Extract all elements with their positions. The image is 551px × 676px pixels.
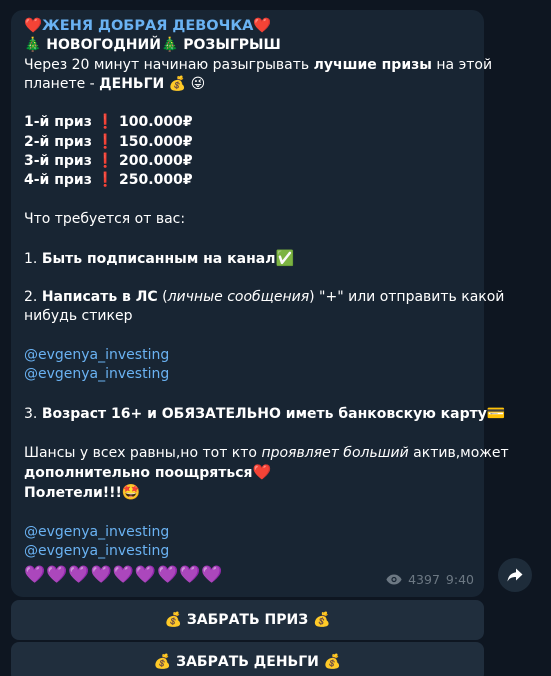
- requirement-1: 1. Быть подписанным на канал✅: [24, 249, 474, 269]
- req3-number: 3.: [24, 405, 42, 422]
- chances-text-end: актив,может: [408, 444, 509, 461]
- req2-number: 2.: [24, 289, 42, 306]
- req2-bold: Написать в ЛС: [41, 289, 158, 306]
- intro-line-2: планете - ДЕНЬГИ 💰 😜: [24, 75, 474, 94]
- fly-text: Полетели!!!: [24, 485, 122, 502]
- req2-open: (: [157, 289, 168, 306]
- channel-link[interactable]: @evgenya_investing: [24, 365, 474, 384]
- star-struck-icon: 🤩: [121, 483, 141, 502]
- requirement-2-cont: нибудь стикер: [24, 308, 133, 325]
- message-meta: 4397 9:40: [386, 570, 474, 589]
- message-subtitle: 🎄 НОВОГОДНИЙ🎄 РОЗЫГРЫШ: [24, 37, 281, 54]
- req1-text: Быть подписанным на канал: [41, 250, 276, 267]
- message-bubble: ❤️ЖЕНЯ ДОБРАЯ ДЕВОЧКА❤️ 🎄 НОВОГОДНИЙ🎄 РО…: [11, 10, 509, 597]
- share-arrow-icon: [507, 568, 523, 582]
- chances-line-1: Шансы у всех равны,но тот кто проявляет …: [24, 444, 509, 463]
- message-time: 9:40: [445, 571, 474, 587]
- fly-line: Полетели!!!🤩: [24, 483, 474, 503]
- requirements-heading: Что требуется от вас:: [24, 210, 186, 227]
- chances-italic: проявляет больший: [261, 444, 409, 461]
- eye-icon: [386, 574, 402, 585]
- chances-text: Шансы у всех равны,но тот кто: [24, 444, 262, 461]
- prize-line: 1-й приз ❗ 100.000₽: [24, 114, 193, 131]
- check-icon: ✅: [275, 248, 295, 267]
- heart-icon: ❤️: [252, 462, 272, 481]
- share-button[interactable]: [498, 558, 532, 592]
- intro-text: Через 20 минут начинаю разыгрывать: [24, 56, 314, 73]
- chat-view: ❤️ЖЕНЯ ДОБРАЯ ДЕВОЧКА❤️ 🎄 НОВОГОДНИЙ🎄 РО…: [0, 0, 551, 676]
- req1-number: 1.: [24, 250, 42, 267]
- view-count: 4397: [408, 571, 440, 587]
- intro-line-1: Через 20 минут начинаю разыгрывать лучши…: [24, 56, 492, 75]
- chances-line-2: дополнительно поощряться❤️: [24, 463, 474, 483]
- credit-card-icon: 💳: [486, 403, 506, 422]
- claim-prize-button[interactable]: 💰 ЗАБРАТЬ ПРИЗ 💰: [11, 600, 484, 640]
- channel-link[interactable]: @evgenya_investing: [24, 346, 474, 365]
- purple-hearts: 💜💜💜💜💜💜💜💜💜: [24, 565, 224, 585]
- intro-money: ДЕНЬГИ: [99, 75, 165, 92]
- chances-bold: дополнительно поощряться: [24, 464, 253, 481]
- channel-link[interactable]: @evgenya_investing: [24, 542, 474, 561]
- req2-rest: ) "+" или отправить какой: [309, 289, 505, 306]
- intro-emoji: 💰 😜: [164, 75, 206, 92]
- channel-link[interactable]: @evgenya_investing: [24, 523, 474, 542]
- message-title: ❤️ЖЕНЯ ДОБРАЯ ДЕВОЧКА❤️: [24, 18, 272, 34]
- intro-text-end: на этой: [431, 56, 493, 73]
- prize-line: 3-й приз ❗ 200.000₽: [24, 153, 193, 170]
- prize-line: 2-й приз ❗ 150.000₽: [24, 133, 193, 150]
- req3-text: Возраст 16+ и ОБЯЗАТЕЛЬНО иметь банковск…: [41, 405, 487, 422]
- intro-text-2: планете -: [24, 75, 100, 92]
- req2-italic: личные сообщения: [167, 289, 310, 306]
- intro-bold: лучшие призы: [313, 56, 432, 73]
- claim-money-button[interactable]: 💰 ЗАБРАТЬ ДЕНЬГИ 💰: [11, 642, 484, 676]
- requirement-2: 2. Написать в ЛС (личные сообщения) "+" …: [24, 288, 504, 307]
- requirement-3: 3. Возраст 16+ и ОБЯЗАТЕЛЬНО иметь банко…: [24, 404, 506, 424]
- prize-line: 4-й приз ❗ 250.000₽: [24, 172, 193, 189]
